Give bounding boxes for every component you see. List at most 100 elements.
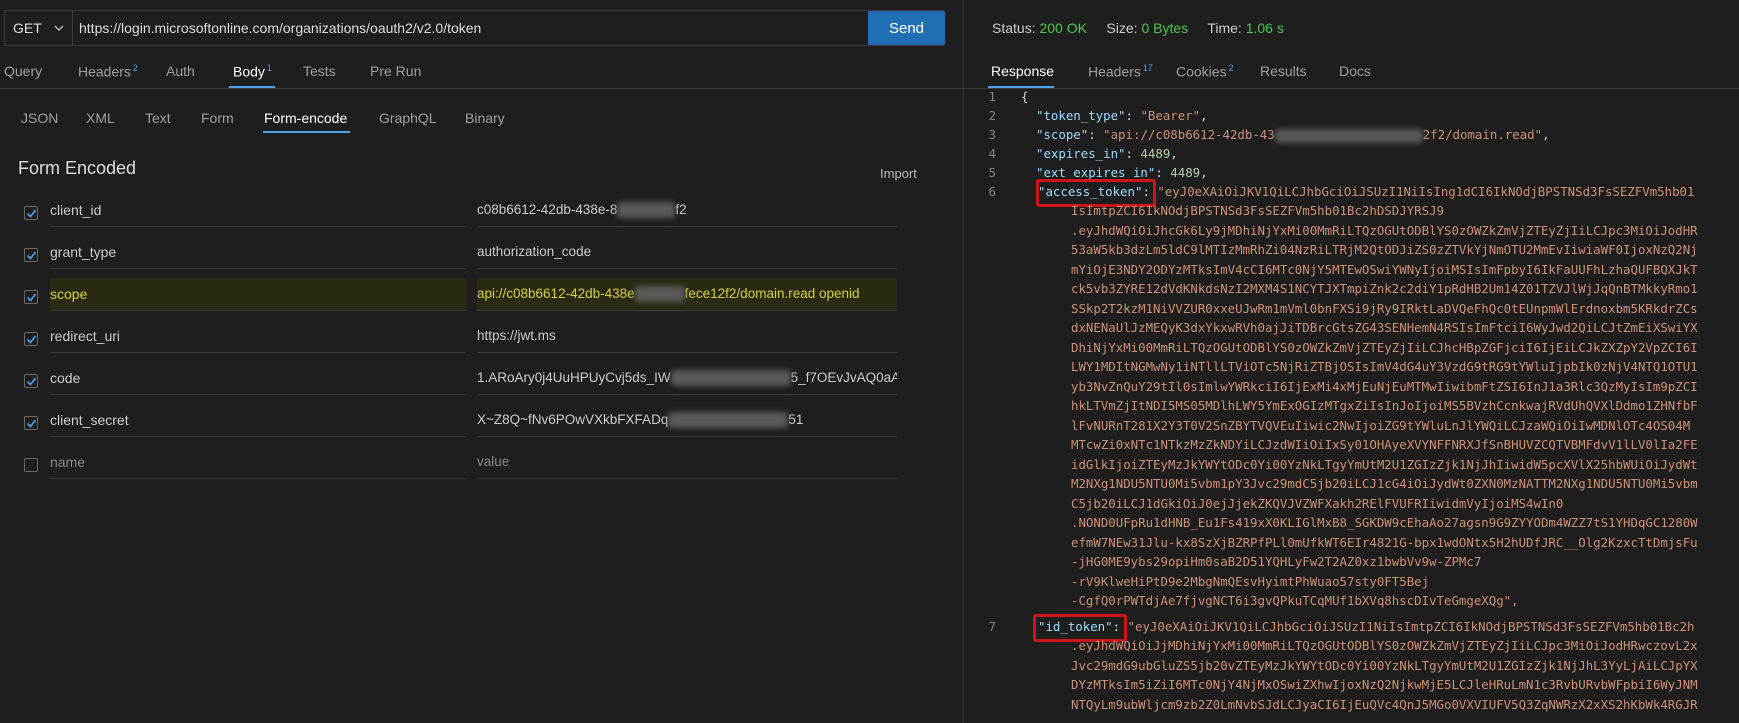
tab-json[interactable]: JSON [21,110,58,126]
form-title: Form Encoded [18,158,137,178]
row-value[interactable]: api://c08b6612-42db-438e fece12f2/domain.… [477,278,897,311]
tab-label: Headers [78,63,131,80]
json-key: "ext_expires_in" [1036,165,1156,180]
json-string: "Bearer" [1140,108,1201,123]
row-value[interactable]: 1.ARoAry0j4UuHPUyCvj5ds_IW 5_f7OEvJvAQ0aA… [477,362,897,395]
row-key[interactable]: grant_type [50,236,466,269]
tab-auth[interactable]: Auth [166,63,195,79]
token-line: .eyJhdWQiOiJjMDhiNjYxMi00MmRiLTQzOGUtODB… [1071,638,1698,653]
tab-label: Headers [1088,63,1141,80]
tab-label: Response [991,63,1055,79]
tab-graphql[interactable]: GraphQL [379,110,437,126]
token-line: mYiOjE3NDY2ODYzMTksImV4cCI6MTc0NjY5MTEwO… [1071,261,1698,277]
tab-form-encode[interactable]: Form-encode [264,110,347,126]
row-value-placeholder[interactable]: value [477,446,897,479]
send-button[interactable]: Send [868,11,945,45]
form-row: client_id c08b6612-42db-438e-8 f2 [0,194,963,234]
token-line: LWY1MDItNGMwNy1iNTllLTViOTc5NjRiZTBjOSIs… [1071,359,1698,374]
tab-query[interactable]: Query [4,63,42,79]
token-line: efmW7NEw31Jlu-kx8SzXjBZRPfPLl0mUfkWT6EIr… [1071,534,1698,550]
value-visible-start: api://c08b6612-42db-438e [477,286,635,301]
status-value: 200 OK [1039,20,1087,36]
redacted-blur [634,286,685,303]
row-key-placeholder[interactable]: name [50,446,466,479]
token-line: M2NXg1NDU5NTU0Mi5vbm1pY3Jvc29mdC5jb20iLC… [1071,476,1698,491]
row-checkbox[interactable] [24,416,38,430]
token-line: lFvNURnT281X2Y3T0V2SnZBYTVQVEuIiwic2NwIj… [1071,417,1691,433]
json-open-brace: { [1021,89,1029,104]
row-key[interactable]: redirect_uri [50,320,466,353]
token-line: IsImtpZCI6IkNOdjBPSTNSd3FsSEZFVm5hb01Bc2… [1071,203,1444,218]
token-line: DhiNjYxMi00MmRiLTQzOGUtODBlYS0zOWZkZmVjZ… [1071,339,1698,355]
checkmark-icon [26,377,37,386]
time-value: 1.06 s [1245,20,1284,36]
form-row: client_secret X~Z8Q~fNv6POwVXkbFXFADq 51 [0,404,963,444]
token-line: ck5vb3ZYRE12dVdKNkdsNzI2MXM4S1NCYTJXTmpi… [1071,281,1698,296]
token-line: SSkp2T2kzM1NiVVZUR0xxeUJwRm1mVml0bnFXSi9… [1071,300,1698,316]
row-value[interactable]: X~Z8Q~fNv6POwVXkbFXFADq 51 [477,404,897,437]
body-count-badge: 1 [266,63,272,73]
method-select[interactable]: GET [5,11,73,45]
checkmark-icon [26,335,37,344]
row-value[interactable]: https://jwt.ms [477,320,897,353]
token-line: MTcwZi0xNTc1NTkzMzZkNDYiLCJzdWIiOiIxSy01… [1071,437,1698,452]
json-string: "eyJ0eXAiOiJKV1QiLCJhbGciOiJSUzI1NiIsIng… [1157,184,1695,199]
tab-xml[interactable]: XML [86,110,115,126]
json-key: "scope" [1036,127,1089,142]
status-label: Status: [992,20,1036,36]
chevron-down-icon [54,25,64,31]
row-checkbox[interactable] [24,290,38,304]
json-key: "token_type" [1036,108,1126,123]
tab-label: Pre Run [370,63,422,79]
tab-binary[interactable]: Binary [465,110,505,126]
request-tabs: Query Headers 2 Auth Body 1 Tests Pre Run [0,58,963,89]
tab-response[interactable]: Response [991,63,1054,79]
row-checkbox[interactable] [24,332,38,346]
tab-headers[interactable]: Headers 2 [78,63,138,80]
tab-docs[interactable]: Docs [1339,63,1371,79]
row-checkbox[interactable] [24,374,38,388]
request-panel: GET https://login.microsoftonline.com/or… [0,0,964,723]
row-key[interactable]: code [50,362,466,395]
tab-tests[interactable]: Tests [303,63,336,79]
active-body-tab-underline [263,131,350,133]
tab-label: Results [1260,63,1307,79]
tab-form[interactable]: Form [201,110,234,126]
row-key[interactable]: client_secret [50,404,466,437]
tab-response-headers[interactable]: Headers 17 [1088,63,1153,80]
form-row-new: name value [0,446,963,486]
json-number: 4489 [1170,165,1201,180]
headers-count-badge: 2 [132,63,138,73]
value-visible-end: f2 [675,202,687,217]
value-visible-end: 5_f7OEvJvAQ0aAA [790,370,897,385]
form-row-selected: scope api://c08b6612-42db-438e fece12f2/d… [0,278,963,318]
response-tabs: Response Headers 17 Cookies 2 Results Docs [964,58,1739,89]
tab-label: Auth [166,63,195,79]
tab-text[interactable]: Text [145,110,171,126]
json-string: "api://c08b6612-42db-43 [1103,127,1275,142]
value-text: authorization_code [477,244,592,259]
row-checkbox[interactable] [24,458,38,472]
tab-body[interactable]: Body 1 [233,63,272,80]
row-checkbox[interactable] [24,248,38,262]
row-value[interactable]: authorization_code [477,236,897,269]
row-checkbox[interactable] [24,206,38,220]
active-tab-underline [229,86,275,88]
row-value[interactable]: c08b6612-42db-438e-8 f2 [477,194,897,227]
tab-pre-run[interactable]: Pre Run [370,63,421,79]
time-label: Time: [1207,20,1242,36]
token-line: 53aW5kb3dzLm5ldC9lMTIzMmRhZi04NzRiLTRjM2… [1071,242,1698,257]
value-visible-start: 1.ARoAry0j4UuHPUyCvj5ds_IW [477,370,671,385]
value-text: https://jwt.ms [477,328,556,343]
tab-cookies[interactable]: Cookies 2 [1176,63,1234,80]
url-input[interactable]: https://login.microsoftonline.com/organi… [79,11,481,45]
tab-label: Body [233,63,265,80]
tab-results[interactable]: Results [1260,63,1307,79]
row-key[interactable]: scope [50,278,466,311]
import-button[interactable]: Import [880,166,917,181]
form-row: grant_type authorization_code [0,236,963,276]
token-line: C5jb20iLCJ1dGkiOiJ0ejJjekZKQVJVZWFXakh2R… [1071,495,1564,511]
row-key[interactable]: client_id [50,194,466,227]
token-line: hkLTVmZjItNDI5MS05MDlhLWY5YmExOGIzMTgxZi… [1071,398,1698,413]
token-line: .NOND0UFpRu1dHNB_Eu1Fs419xX0KLIGlMxB8_SG… [1071,515,1698,530]
